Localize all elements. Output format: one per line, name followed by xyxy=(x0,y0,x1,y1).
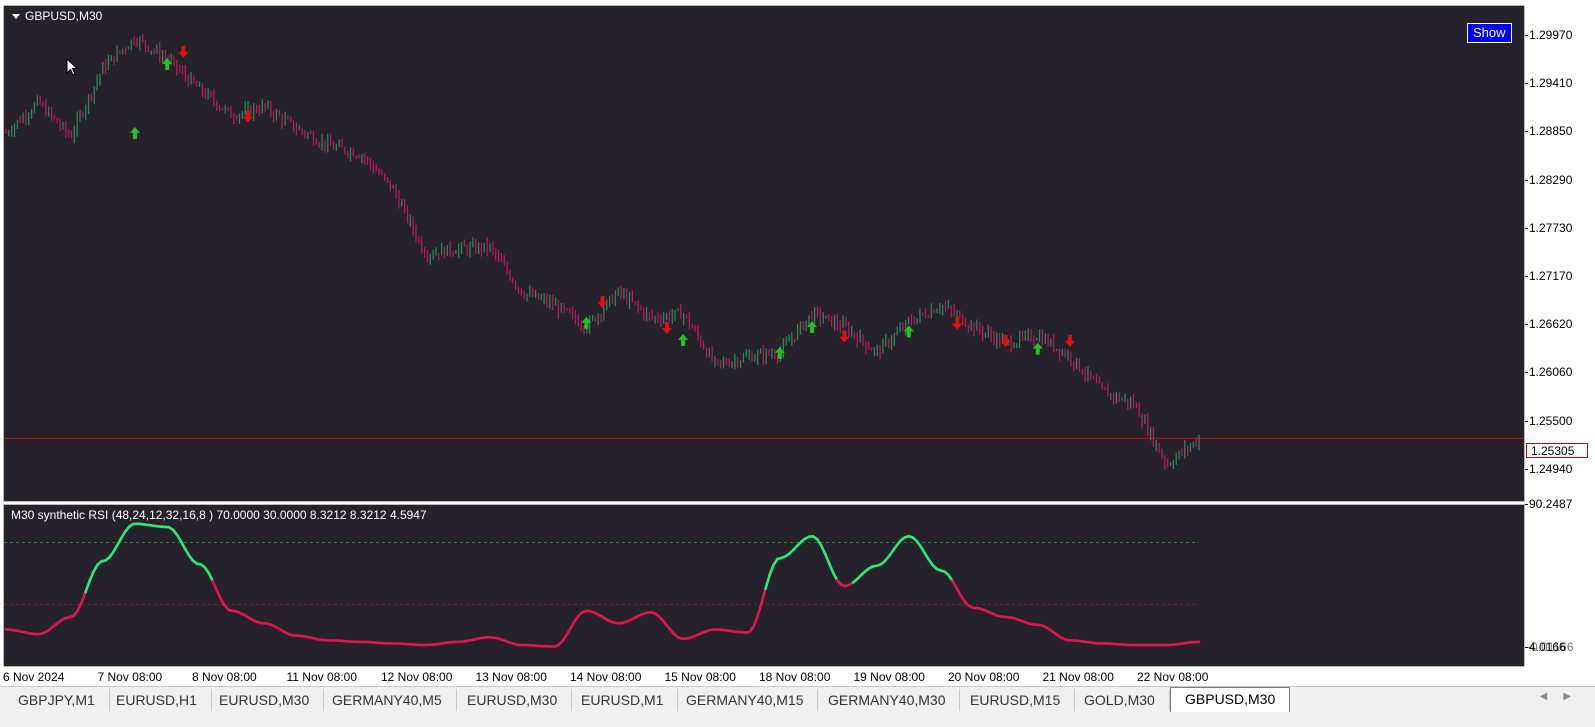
sell-arrow-icon xyxy=(952,318,962,330)
rsi-line-segment xyxy=(78,602,82,610)
rsi-line-segment xyxy=(90,572,94,582)
rsi-chart-svg xyxy=(4,505,1524,666)
sell-arrow-icon xyxy=(662,322,672,334)
tab-scroll-arrows[interactable]: ◀▶ xyxy=(1540,691,1587,702)
price-scale-tick: 1.27170 xyxy=(1529,269,1572,283)
scroll-left-icon[interactable]: ◀ xyxy=(1540,691,1564,702)
time-axis-tick: 8 Nov 08:00 xyxy=(192,670,257,684)
price-scale-tick: 1.28290 xyxy=(1529,173,1572,187)
price-scale-tick: 1.26060 xyxy=(1529,365,1572,379)
symbol-title-text: GBPUSD,M30 xyxy=(25,9,102,23)
chart-tab-bar: ◀▶ GBPJPY,M1EURUSD,H1EURUSD,M30GERMANY40… xyxy=(0,686,1595,727)
buy-arrow-icon xyxy=(130,127,140,139)
scroll-right-icon[interactable]: ▶ xyxy=(1563,691,1587,702)
chart-window: GBPUSD,M30 Show 1.299701.294101.288501.2… xyxy=(0,0,1595,685)
time-axis-tick: 12 Nov 08:00 xyxy=(381,670,452,684)
price-scale-tick: 1.29410 xyxy=(1529,76,1572,90)
tab-germany40-m5[interactable]: GERMANY40,M5 xyxy=(318,689,457,711)
chevron-down-icon[interactable] xyxy=(12,14,20,19)
indicator-scale-bottom-overlap: 0.01166 xyxy=(1531,640,1574,654)
time-axis-tick: 13 Nov 08:00 xyxy=(476,670,547,684)
sell-arrow-icon xyxy=(1065,335,1075,347)
tab-germany40-m15[interactable]: GERMANY40,M15 xyxy=(672,689,818,711)
price-scale-tick: 1.28850 xyxy=(1529,124,1572,138)
indicator-scale[interactable]: 90.2487 4.0166 0.01166 xyxy=(1525,504,1595,667)
rsi-line-segment xyxy=(762,589,766,603)
rsi-line-segment xyxy=(825,554,829,564)
current-price-label: 1.25305 xyxy=(1526,443,1588,458)
price-scale-tick: 1.29970 xyxy=(1529,28,1572,42)
tab-eurusd-m30[interactable]: EURUSD,M30 xyxy=(205,689,324,711)
time-axis-tick: 11 Nov 08:00 xyxy=(287,670,358,684)
rsi-line-segment xyxy=(766,575,770,588)
mouse-cursor-icon xyxy=(66,58,80,78)
price-chart-svg xyxy=(4,6,1524,501)
buy-arrow-icon xyxy=(678,334,688,346)
rsi-line-segment xyxy=(82,592,86,602)
price-scale-tick: 1.24940 xyxy=(1529,462,1572,476)
tab-gold-m30[interactable]: GOLD,M30 xyxy=(1070,689,1170,711)
price-chart-pane[interactable]: GBPUSD,M30 Show xyxy=(3,5,1525,502)
tab-gbpjpy-m1[interactable]: GBPJPY,M1 xyxy=(4,689,110,711)
chart-symbol-title[interactable]: GBPUSD,M30 xyxy=(12,9,102,23)
time-axis-tick: 18 Nov 08:00 xyxy=(759,670,830,684)
time-axis-tick: 7 Nov 08:00 xyxy=(98,670,163,684)
time-axis-tick: 21 Nov 08:00 xyxy=(1043,670,1114,684)
rsi-line-segment xyxy=(758,603,762,616)
show-button[interactable]: Show xyxy=(1467,23,1512,43)
indicator-label: M30 synthetic RSI (48,24,12,32,16,8 ) 70… xyxy=(11,508,427,522)
tab-eurusd-m30[interactable]: EURUSD,M30 xyxy=(453,689,572,711)
rsi-line-segment xyxy=(86,581,90,592)
tab-germany40-m30[interactable]: GERMANY40,M30 xyxy=(814,689,960,711)
sell-arrow-icon xyxy=(178,46,188,58)
tab-eurusd-m15[interactable]: EURUSD,M15 xyxy=(956,689,1075,711)
time-axis-tick: 14 Nov 08:00 xyxy=(570,670,641,684)
rsi-line-segment xyxy=(770,565,774,575)
rsi-line-segment xyxy=(754,616,758,626)
rsi-line-segment xyxy=(213,581,217,590)
indicator-pane[interactable]: M30 synthetic RSI (48,24,12,32,16,8 ) 70… xyxy=(3,504,1525,667)
rsi-line-segment xyxy=(209,573,213,581)
price-scale-tick: 1.25500 xyxy=(1529,414,1572,428)
price-scale[interactable]: 1.29970 1.29410 1.28850 1.28290 1.27730 1.271… xyxy=(1525,5,1595,502)
time-axis-tick: 22 Nov 08:00 xyxy=(1137,670,1208,684)
rsi-line-segment xyxy=(217,590,221,599)
sell-arrow-icon xyxy=(598,296,608,308)
rsi-line-segment xyxy=(821,545,825,553)
time-axis-tick: 15 Nov 08:00 xyxy=(665,670,736,684)
tab-gbpusd-m30[interactable]: GBPUSD,M30 xyxy=(1170,687,1290,712)
tab-eurusd-m1[interactable]: EURUSD,M1 xyxy=(567,689,678,711)
price-scale-tick: 1.26620 xyxy=(1529,317,1572,331)
time-axis-tick: 19 Nov 08:00 xyxy=(854,670,925,684)
price-scale-tick: 1.27730 xyxy=(1529,221,1572,235)
time-axis[interactable]: 6 Nov 2024 7 Nov 08:00 8 Nov 08:00 11 Nov 0… xyxy=(0,667,1525,685)
time-axis-tick: 6 Nov 2024 xyxy=(3,670,64,684)
rsi-line-segment xyxy=(829,563,833,572)
indicator-scale-top: 90.2487 xyxy=(1529,497,1572,511)
tab-eurusd-h1[interactable]: EURUSD,H1 xyxy=(102,689,212,711)
time-axis-tick: 20 Nov 08:00 xyxy=(948,670,1019,684)
